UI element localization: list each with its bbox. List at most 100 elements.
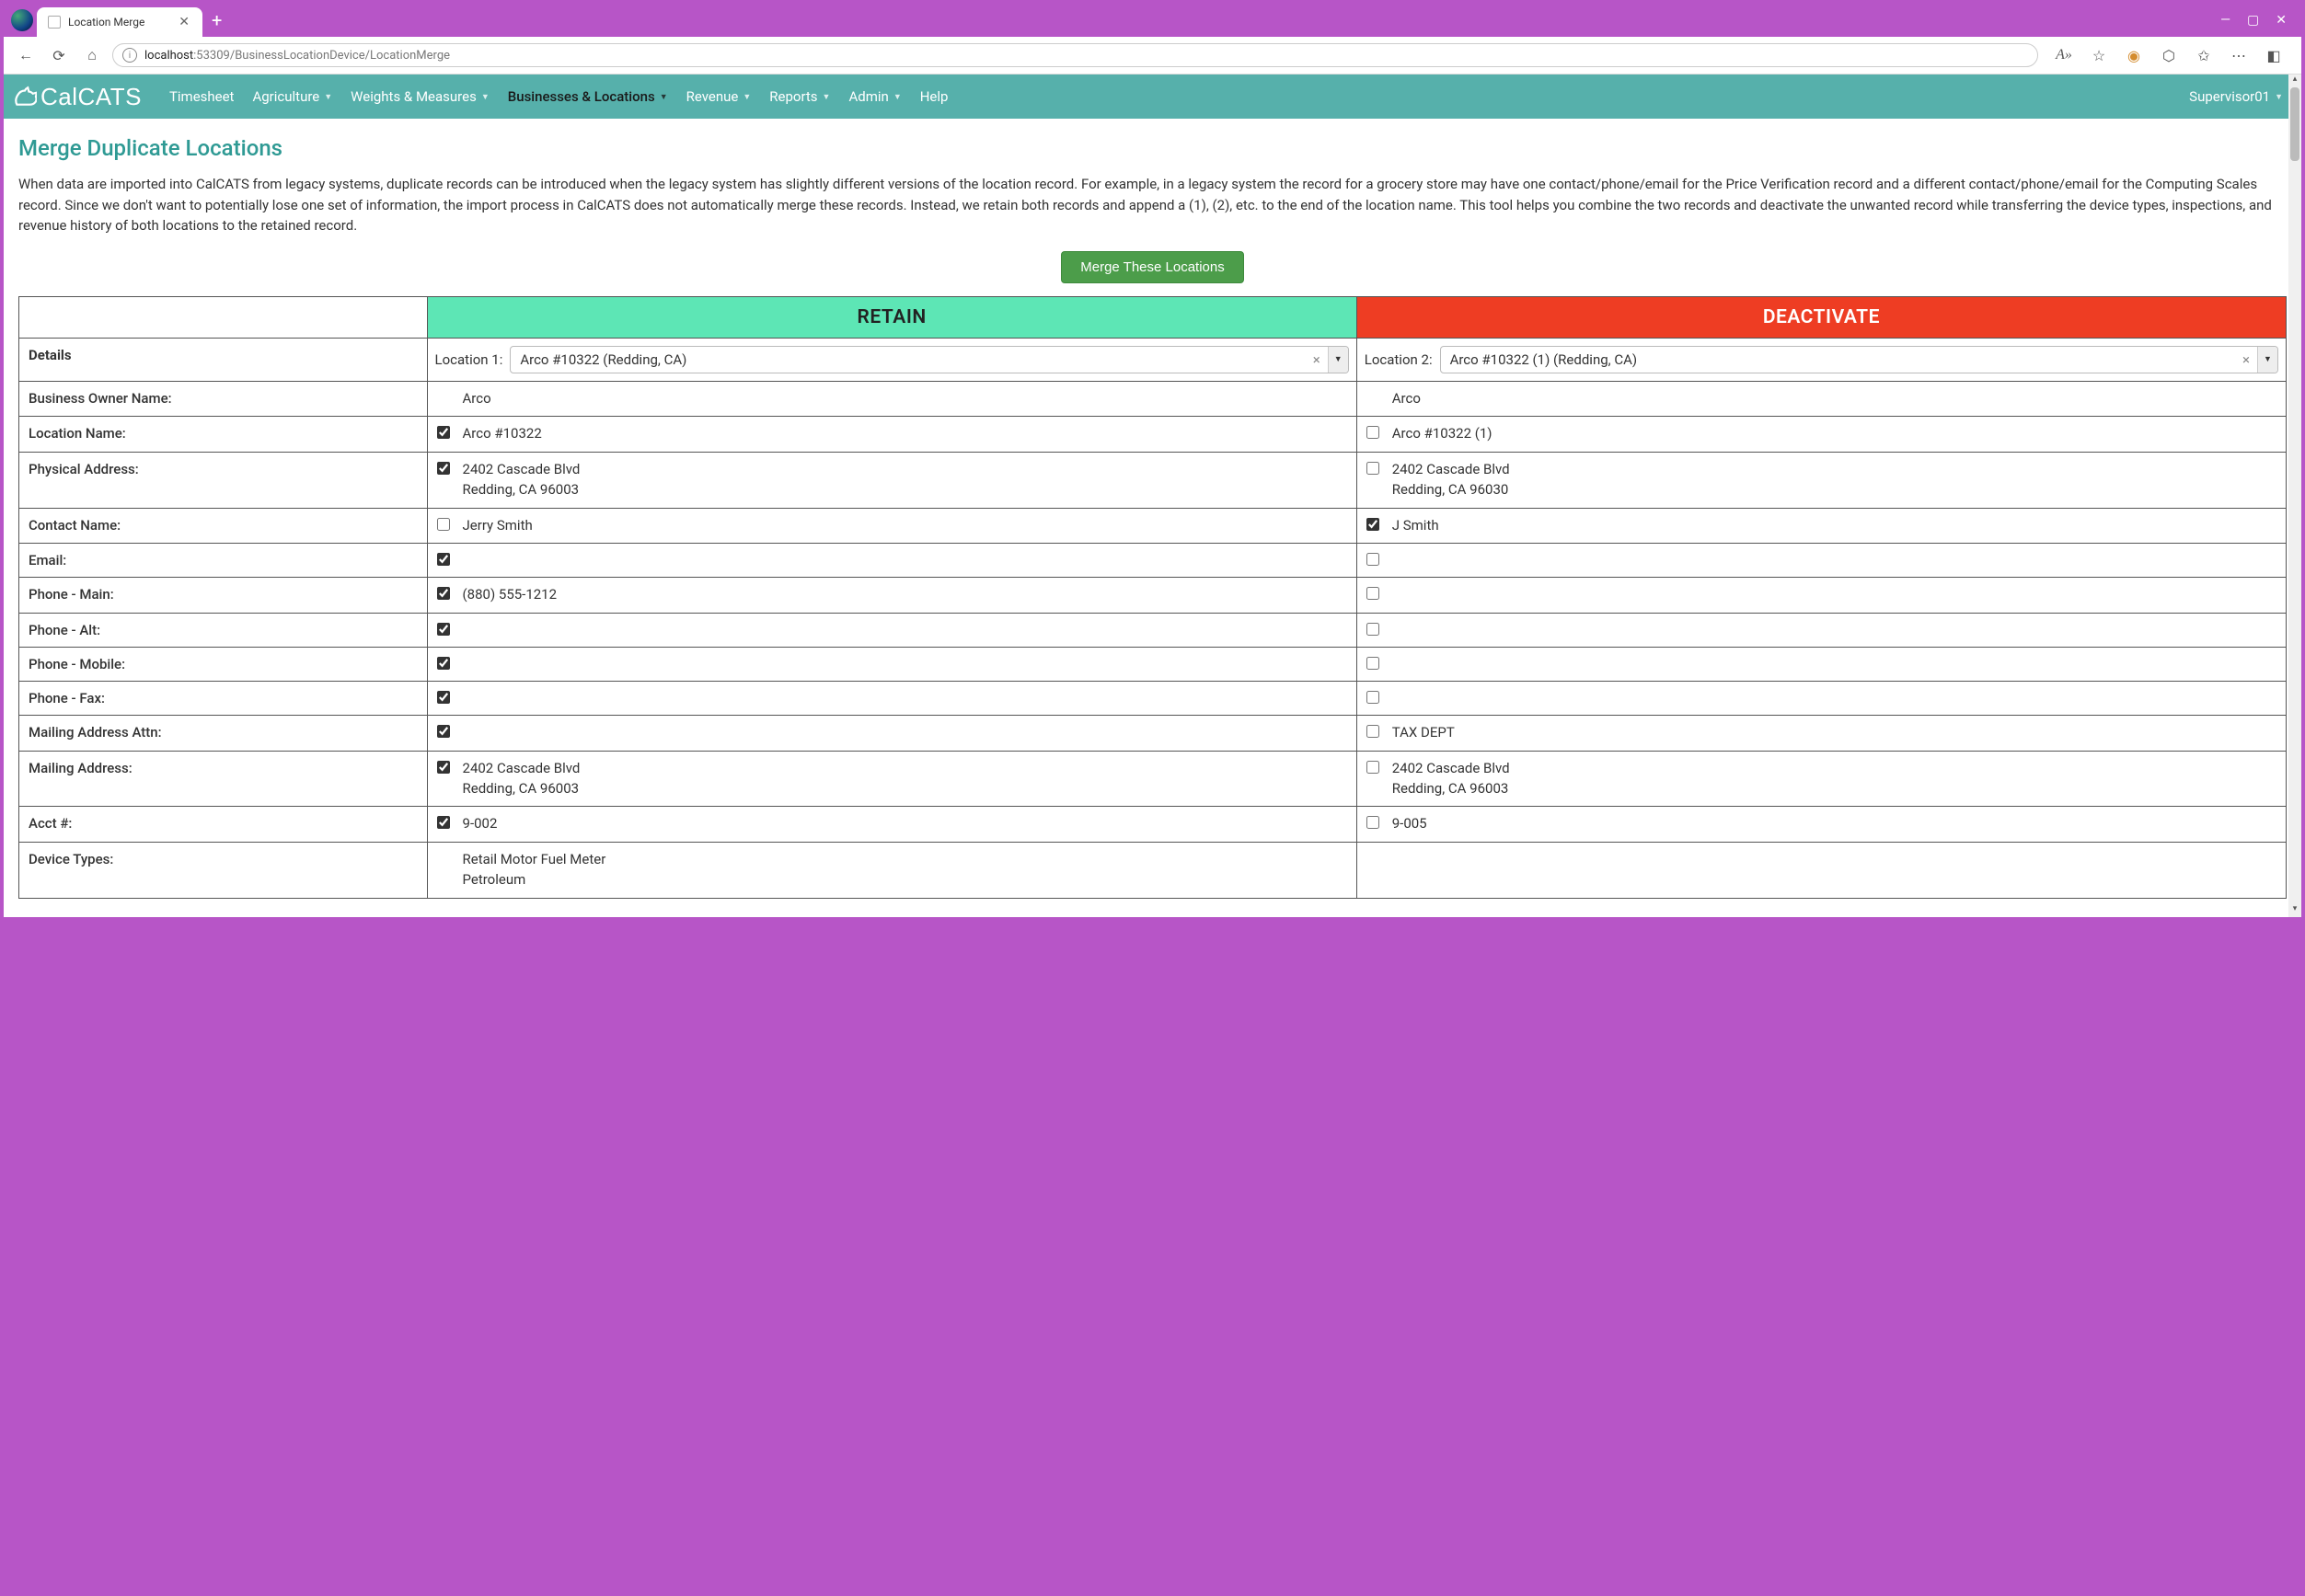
nav-item[interactable]: Admin ▼: [839, 75, 910, 119]
user-name: Supervisor01: [2189, 88, 2270, 105]
deactivate-checkbox[interactable]: [1366, 462, 1379, 475]
maximize-icon[interactable]: ▢: [2247, 13, 2259, 28]
deactivate-value-cell: TAX DEPT: [1356, 716, 2286, 752]
row-label: Contact Name:: [19, 508, 428, 544]
retain-value-cell: Retail Motor Fuel MeterPetroleum: [427, 843, 1356, 899]
clear-icon[interactable]: ×: [2235, 351, 2257, 368]
merge-button[interactable]: Merge These Locations: [1061, 251, 1243, 283]
deactivate-checkbox[interactable]: [1366, 657, 1379, 670]
deactivate-checkbox[interactable]: [1366, 426, 1379, 439]
minimize-icon[interactable]: —: [2220, 13, 2230, 28]
scroll-down-icon[interactable]: ▾: [2288, 904, 2301, 917]
deactivate-checkbox[interactable]: [1366, 623, 1379, 636]
retain-value-cell: (880) 555-1212: [427, 578, 1356, 614]
page-title: Merge Duplicate Locations: [18, 135, 2287, 161]
deactivate-text: Arco #10322 (1): [1392, 424, 1492, 444]
retain-checkbox[interactable]: [437, 691, 450, 704]
retain-checkbox[interactable]: [437, 657, 450, 670]
home-icon[interactable]: ⌂: [79, 42, 105, 68]
user-menu[interactable]: Supervisor01 ▼: [2180, 75, 2292, 119]
chevron-down-icon: ▼: [481, 92, 490, 102]
url-host: localhost: [144, 49, 193, 63]
nav-item-label: Admin: [848, 88, 888, 105]
retain-checkbox[interactable]: [437, 816, 450, 829]
extension-icon[interactable]: ◉: [2121, 42, 2147, 68]
close-tab-icon[interactable]: ✕: [179, 15, 190, 29]
retain-checkbox[interactable]: [437, 426, 450, 439]
retain-checkbox[interactable]: [437, 518, 450, 531]
app-nav: CalCATS TimesheetAgriculture▼Weights & M…: [4, 75, 2301, 119]
address-bar[interactable]: i localhost:53309/BusinessLocationDevice…: [112, 43, 2038, 67]
profile-avatar-icon[interactable]: [11, 9, 33, 31]
location2-combo[interactable]: Arco #10322 (1) (Redding, CA) × ▼: [1440, 346, 2278, 373]
nav-item[interactable]: Timesheet: [160, 75, 244, 119]
location1-combo[interactable]: Arco #10322 (Redding, CA) × ▼: [510, 346, 1348, 373]
deactivate-checkbox[interactable]: [1366, 725, 1379, 738]
deactivate-value-cell: Arco #10322 (1): [1356, 417, 2286, 453]
table-row: Phone - Main:(880) 555-1212: [19, 578, 2287, 614]
sidebar-icon[interactable]: ◧: [2261, 42, 2287, 68]
table-row: Device Types:Retail Motor Fuel MeterPetr…: [19, 843, 2287, 899]
deactivate-text: 9-005: [1392, 814, 1427, 834]
location2-cell: Location 2: Arco #10322 (1) (Redding, CA…: [1356, 338, 2286, 381]
extensions-icon[interactable]: ⬡: [2156, 42, 2182, 68]
deactivate-value-cell: [1356, 544, 2286, 578]
chevron-down-icon: ▼: [743, 92, 751, 102]
table-corner: [19, 296, 428, 338]
retain-checkbox[interactable]: [437, 587, 450, 600]
retain-checkbox[interactable]: [437, 761, 450, 774]
scrollbar[interactable]: ▴ ▾: [2288, 75, 2301, 917]
app-logo[interactable]: CalCATS: [13, 83, 142, 111]
back-icon[interactable]: ←: [13, 42, 39, 68]
table-row: Contact Name:Jerry SmithJ Smith: [19, 508, 2287, 544]
retain-text: 2402 Cascade BlvdRedding, CA 96003: [463, 759, 581, 799]
row-label: Phone - Fax:: [19, 682, 428, 716]
retain-checkbox[interactable]: [437, 725, 450, 738]
deactivate-checkbox[interactable]: [1366, 587, 1379, 600]
table-row: Mailing Address Attn:TAX DEPT: [19, 716, 2287, 752]
read-aloud-icon[interactable]: A»: [2051, 42, 2077, 68]
scroll-up-icon[interactable]: ▴: [2288, 75, 2301, 87]
nav-item[interactable]: Agriculture▼: [243, 75, 341, 119]
favorites-bar-icon[interactable]: ✩: [2191, 42, 2217, 68]
row-label: Business Owner Name:: [19, 381, 428, 417]
nav-item[interactable]: Revenue▼: [677, 75, 761, 119]
menu-icon[interactable]: ⋯: [2226, 42, 2252, 68]
new-tab-button[interactable]: +: [202, 9, 231, 31]
retain-value-cell: [427, 614, 1356, 648]
deactivate-header: DEACTIVATE: [1356, 296, 2286, 338]
retain-checkbox[interactable]: [437, 553, 450, 566]
chevron-down-icon: ▼: [893, 92, 902, 102]
deactivate-checkbox[interactable]: [1366, 518, 1379, 531]
nav-item[interactable]: Businesses & Locations▼: [499, 75, 677, 119]
retain-value-cell: Jerry Smith: [427, 508, 1356, 544]
deactivate-checkbox[interactable]: [1366, 761, 1379, 774]
dropdown-icon[interactable]: ▼: [1328, 347, 1348, 373]
scroll-thumb[interactable]: [2290, 87, 2299, 161]
favorite-icon[interactable]: ☆: [2086, 42, 2112, 68]
deactivate-value-cell: Arco: [1356, 381, 2286, 417]
retain-checkbox[interactable]: [437, 462, 450, 475]
retain-value-cell: [427, 544, 1356, 578]
tab-bar: Location Merge ✕ + — ▢ ✕: [4, 4, 2301, 37]
deactivate-checkbox[interactable]: [1366, 691, 1379, 704]
browser-tab[interactable]: Location Merge ✕: [37, 7, 202, 37]
intro-paragraph: When data are imported into CalCATS from…: [18, 174, 2287, 236]
deactivate-checkbox[interactable]: [1366, 816, 1379, 829]
close-window-icon[interactable]: ✕: [2276, 13, 2287, 28]
dropdown-icon[interactable]: ▼: [2257, 347, 2277, 373]
nav-item[interactable]: Help: [911, 75, 958, 119]
url-port: :53309: [193, 49, 230, 63]
clear-icon[interactable]: ×: [1306, 351, 1328, 368]
tab-title: Location Merge: [68, 16, 144, 29]
row-label: Location Name:: [19, 417, 428, 453]
table-row: Acct #:9-0029-005: [19, 807, 2287, 843]
site-info-icon[interactable]: i: [122, 48, 137, 63]
retain-checkbox[interactable]: [437, 623, 450, 636]
refresh-icon[interactable]: ⟳: [46, 42, 72, 68]
deactivate-value-cell: [1356, 578, 2286, 614]
deactivate-checkbox[interactable]: [1366, 553, 1379, 566]
nav-item[interactable]: Reports▼: [760, 75, 839, 119]
nav-item[interactable]: Weights & Measures▼: [341, 75, 499, 119]
deactivate-text: Arco: [1392, 389, 1421, 409]
